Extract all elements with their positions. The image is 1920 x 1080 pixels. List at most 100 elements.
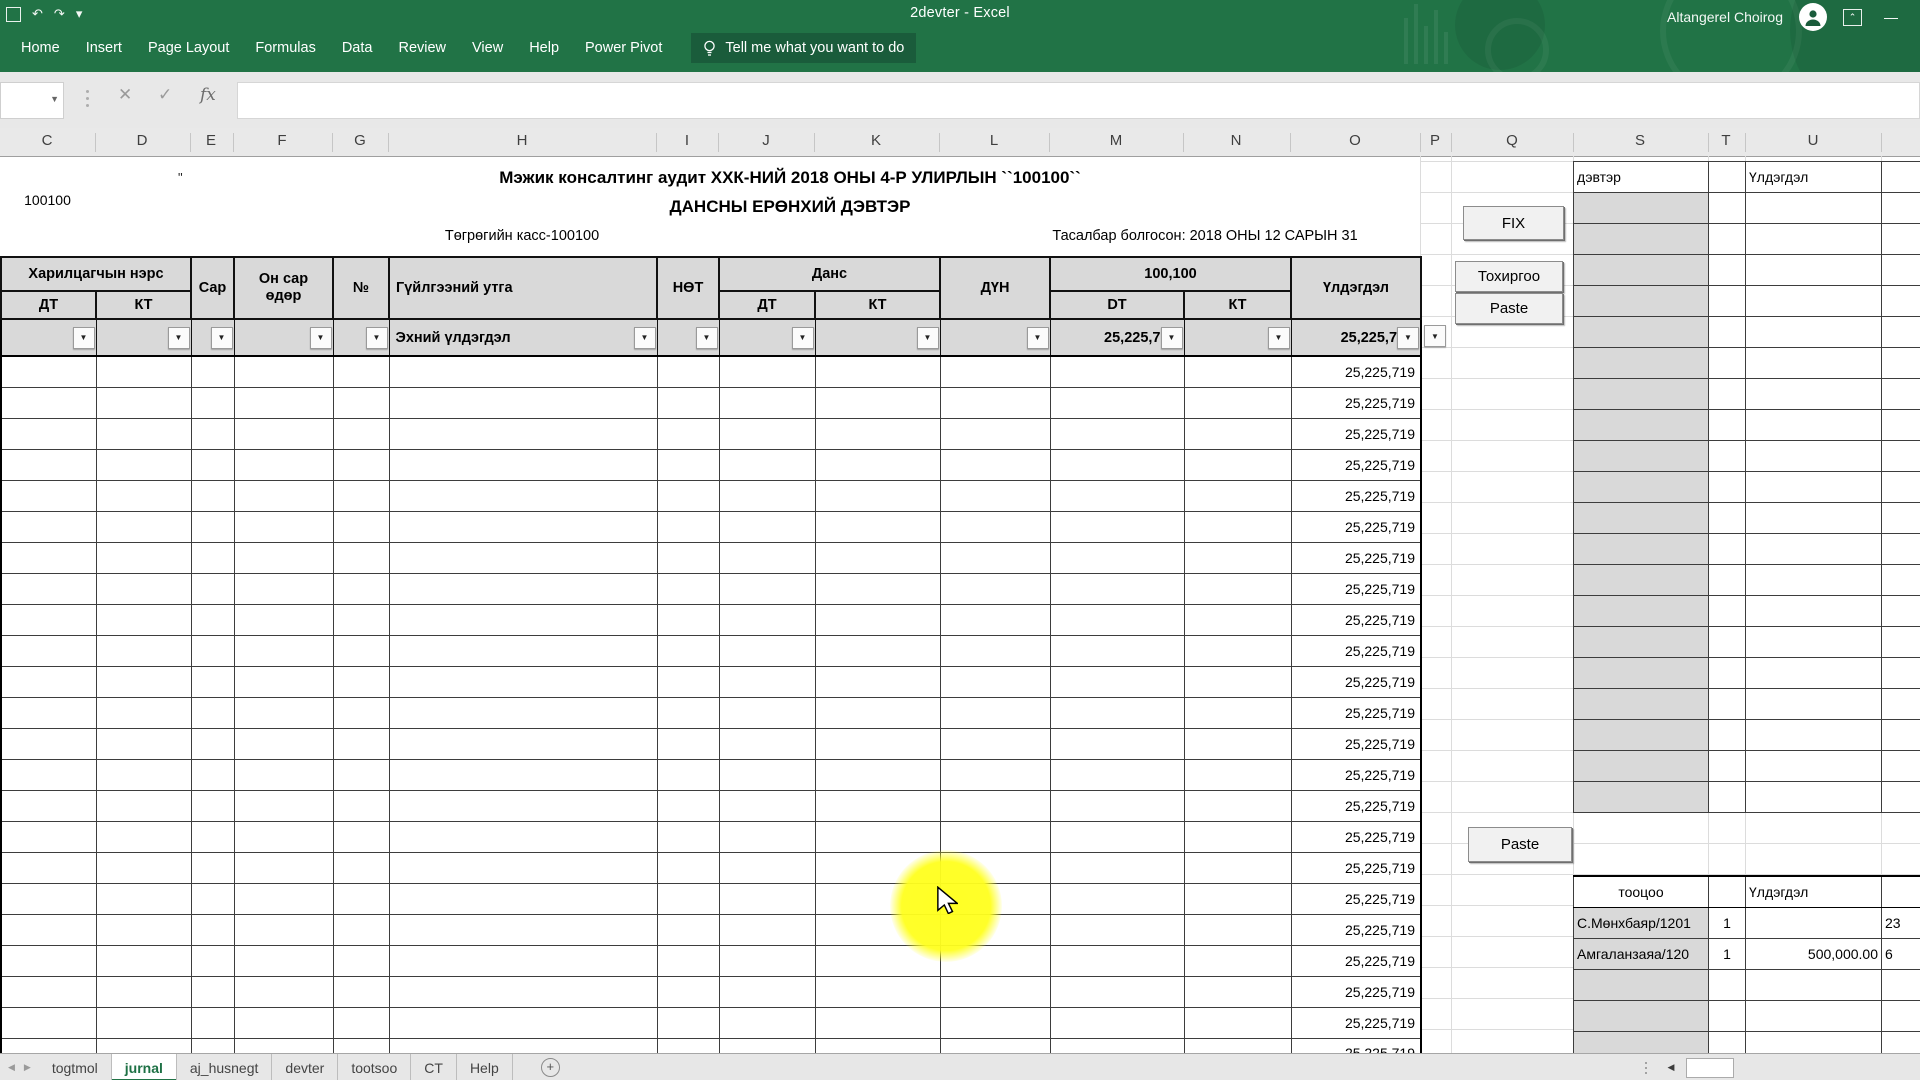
cell[interactable] <box>719 852 815 883</box>
cell[interactable] <box>1882 472 1920 503</box>
cell[interactable] <box>1574 751 1709 782</box>
amount-cell[interactable]: 500,000.00 <box>1746 939 1882 970</box>
cell[interactable] <box>1184 1038 1291 1053</box>
cell[interactable] <box>1709 224 1746 255</box>
sheet-tab-jurnal[interactable]: jurnal <box>112 1054 177 1080</box>
cell[interactable] <box>1184 356 1291 387</box>
filter-dropdown-icon[interactable]: ▼ <box>1268 327 1290 349</box>
cell[interactable] <box>815 635 940 666</box>
column-header-I[interactable]: I <box>685 132 689 149</box>
column-header-J[interactable]: J <box>762 132 770 149</box>
cell[interactable] <box>1574 348 1709 379</box>
cell[interactable] <box>719 604 815 635</box>
column-header-S[interactable]: S <box>1635 132 1645 149</box>
column-header-T[interactable]: T <box>1721 132 1730 149</box>
cell[interactable] <box>1184 976 1291 1007</box>
cell[interactable] <box>191 635 234 666</box>
cell[interactable] <box>191 387 234 418</box>
filter-dropdown-icon[interactable]: ▼ <box>211 327 233 349</box>
cell[interactable] <box>333 480 389 511</box>
cell[interactable] <box>333 852 389 883</box>
cell[interactable] <box>1184 511 1291 542</box>
cell[interactable] <box>940 449 1050 480</box>
cell[interactable] <box>333 449 389 480</box>
cell[interactable] <box>815 1038 940 1053</box>
cell[interactable] <box>1 604 96 635</box>
cell[interactable] <box>96 418 191 449</box>
filter-dropdown-p[interactable]: ▼ <box>1424 325 1446 347</box>
minimize-button[interactable]: — <box>1878 9 1904 25</box>
cell[interactable] <box>1709 596 1746 627</box>
cell[interactable] <box>1746 534 1882 565</box>
cell[interactable] <box>1709 720 1746 751</box>
cell[interactable] <box>657 387 719 418</box>
cell[interactable] <box>719 759 815 790</box>
cell[interactable] <box>1 821 96 852</box>
cell[interactable] <box>1882 534 1920 565</box>
cell[interactable] <box>234 666 333 697</box>
cell[interactable] <box>1184 542 1291 573</box>
cell[interactable] <box>719 418 815 449</box>
cell[interactable] <box>1709 970 1746 1001</box>
tell-me-box[interactable]: Tell me what you want to do <box>691 33 916 63</box>
cell[interactable] <box>333 790 389 821</box>
cell[interactable] <box>1746 317 1882 348</box>
cell[interactable] <box>1709 751 1746 782</box>
cell[interactable] <box>1882 627 1920 658</box>
cell[interactable] <box>1050 356 1184 387</box>
ribbon-tab-power-pivot[interactable]: Power Pivot <box>572 28 675 68</box>
filter-dropdown-icon[interactable]: ▼ <box>634 327 656 349</box>
amount-cell[interactable] <box>1746 908 1882 939</box>
cell[interactable] <box>234 542 333 573</box>
cell[interactable] <box>191 945 234 976</box>
cell[interactable] <box>657 759 719 790</box>
cell[interactable] <box>1882 410 1920 441</box>
cell[interactable] <box>1574 286 1709 317</box>
column-header-O[interactable]: O <box>1349 132 1361 149</box>
cell[interactable] <box>1882 1001 1920 1032</box>
cell[interactable] <box>191 542 234 573</box>
cell[interactable] <box>1184 697 1291 728</box>
cell[interactable] <box>1882 782 1920 813</box>
person-cell[interactable]: С.Мөнхбаяр/1201 <box>1574 908 1709 939</box>
filter-dropdown-icon[interactable]: ▼ <box>792 327 814 349</box>
cell[interactable] <box>1 449 96 480</box>
cell[interactable] <box>1 480 96 511</box>
cell[interactable] <box>940 480 1050 511</box>
cell[interactable] <box>1184 790 1291 821</box>
cell[interactable] <box>815 387 940 418</box>
cell[interactable] <box>1 1038 96 1053</box>
cell[interactable] <box>719 697 815 728</box>
cell[interactable] <box>657 511 719 542</box>
cell[interactable] <box>389 542 657 573</box>
cell[interactable]: 25,225,719 <box>1291 759 1421 790</box>
fix-button[interactable]: FIX <box>1463 206 1564 240</box>
cell[interactable] <box>1184 728 1291 759</box>
cell[interactable] <box>96 449 191 480</box>
cell[interactable] <box>96 914 191 945</box>
cell[interactable] <box>815 1007 940 1038</box>
cell[interactable]: 25,225,719 <box>1291 666 1421 697</box>
cell[interactable] <box>389 852 657 883</box>
cell[interactable] <box>333 883 389 914</box>
cell[interactable] <box>657 852 719 883</box>
cell[interactable] <box>940 387 1050 418</box>
cell[interactable] <box>96 1007 191 1038</box>
cell[interactable] <box>389 480 657 511</box>
sheet-nav-left-icon[interactable]: ◀ <box>8 1062 15 1073</box>
ribbon-tab-review[interactable]: Review <box>385 28 459 68</box>
cell[interactable] <box>940 542 1050 573</box>
cell[interactable] <box>389 418 657 449</box>
cell[interactable]: 25,225,719 <box>1291 945 1421 976</box>
cell[interactable] <box>1 1007 96 1038</box>
filter-dropdown-icon[interactable]: ▼ <box>1397 327 1419 349</box>
cell[interactable] <box>191 852 234 883</box>
cell[interactable] <box>1 697 96 728</box>
hscroll-thumb[interactable] <box>1686 1058 1734 1078</box>
cell[interactable] <box>333 387 389 418</box>
cell[interactable] <box>1746 565 1882 596</box>
sheet-tab-tootsoo[interactable]: tootsoo <box>338 1054 411 1080</box>
cell[interactable] <box>191 418 234 449</box>
cell[interactable] <box>1050 604 1184 635</box>
cell[interactable] <box>1050 387 1184 418</box>
